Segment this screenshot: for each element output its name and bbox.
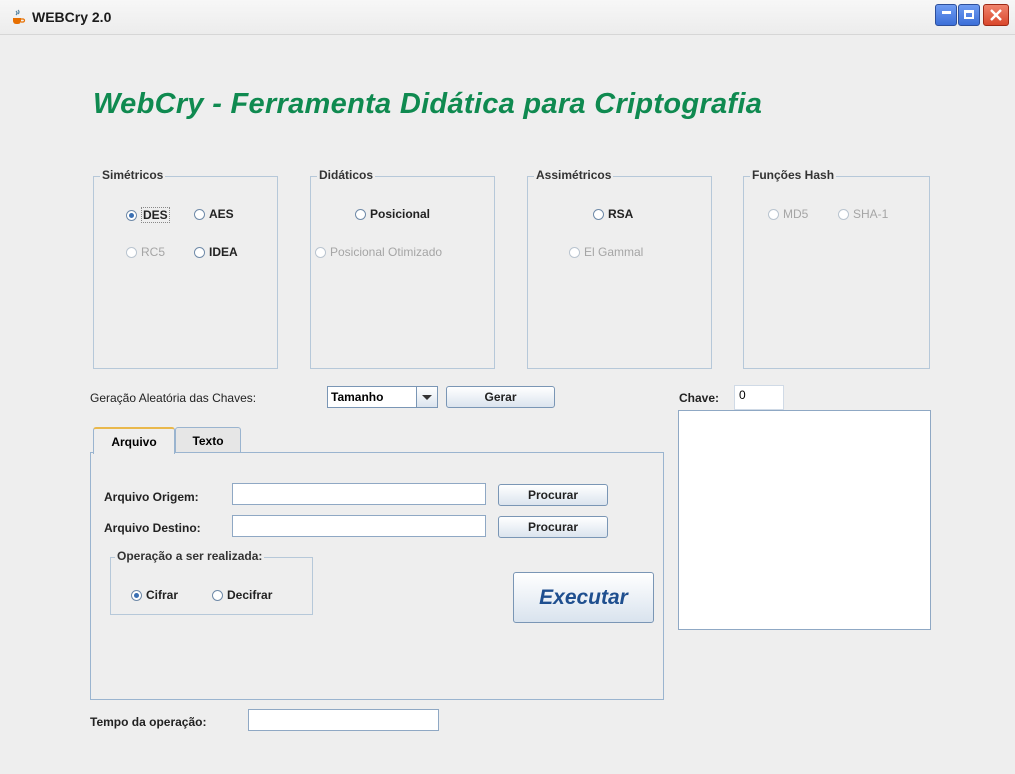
symmetric-group: Simétricos	[93, 168, 278, 369]
radio-idea[interactable]: IDEA	[194, 245, 238, 259]
radio-dot-icon	[131, 589, 142, 601]
radio-dot-icon	[768, 208, 779, 220]
window-title: WEBCry 2.0	[32, 9, 112, 25]
radio-decifrar-label: Decifrar	[227, 588, 273, 602]
hash-group: Funções Hash	[743, 168, 930, 369]
radio-des[interactable]: DES	[126, 207, 170, 223]
asymmetric-group-title: Assimétricos	[534, 168, 614, 182]
radio-aes[interactable]: AES	[194, 207, 234, 221]
radio-dot-icon	[212, 589, 223, 601]
source-file-input[interactable]	[232, 483, 486, 505]
radio-dot-icon	[126, 209, 137, 221]
dest-file-input[interactable]	[232, 515, 486, 537]
radio-rsa-label: RSA	[608, 207, 634, 221]
radio-posicional-label: Posicional	[370, 207, 431, 221]
source-file-label: Arquivo Origem:	[104, 490, 199, 504]
execute-button[interactable]: Executar	[513, 572, 654, 623]
title-bar: WEBCry 2.0	[0, 0, 1015, 35]
key-size-value: Tamanho	[331, 390, 384, 404]
maximize-button[interactable]	[958, 4, 980, 26]
radio-el-gammal: El Gammal	[569, 245, 643, 259]
radio-dot-icon	[126, 246, 137, 258]
keygen-label: Geração Aleatória das Chaves:	[90, 391, 257, 405]
radio-md5: MD5	[768, 207, 808, 221]
radio-sha1: SHA-1	[838, 207, 888, 221]
operation-group-title: Operação a ser realizada:	[115, 549, 265, 563]
app-window: WEBCry 2.0 WebCry - Ferramenta Didática …	[0, 0, 1015, 774]
asymmetric-group: Assimétricos	[527, 168, 712, 369]
radio-sha1-label: SHA-1	[853, 207, 889, 221]
radio-posicional-otimizado: Posicional Otimizado	[315, 245, 442, 259]
radio-md5-label: MD5	[783, 207, 809, 221]
generate-button[interactable]: Gerar	[446, 386, 555, 408]
maximize-icon	[964, 10, 974, 19]
radio-rc5-label: RC5	[141, 245, 166, 259]
key-text-area[interactable]	[678, 410, 931, 630]
radio-dot-icon	[593, 208, 604, 220]
java-cup-icon	[13, 9, 26, 24]
radio-dot-icon	[569, 246, 580, 258]
radio-el-gammal-label: El Gammal	[584, 245, 644, 259]
radio-dot-icon	[315, 246, 326, 258]
key-label: Chave:	[679, 391, 720, 405]
radio-idea-label: IDEA	[209, 245, 238, 259]
close-icon	[990, 9, 1002, 21]
chevron-down-icon[interactable]	[416, 387, 437, 407]
radio-dot-icon	[838, 208, 849, 220]
radio-dot-icon	[355, 208, 366, 220]
key-value-field: 0	[734, 385, 784, 410]
radio-posicional[interactable]: Posicional	[355, 207, 430, 221]
hash-group-title: Funções Hash	[750, 168, 837, 182]
minimize-button[interactable]	[935, 4, 957, 26]
operation-group: Operação a ser realizada:	[110, 549, 313, 615]
radio-cifrar-label: Cifrar	[146, 588, 179, 602]
radio-rsa[interactable]: RSA	[593, 207, 633, 221]
operation-time-field	[248, 709, 439, 731]
radio-decifrar[interactable]: Decifrar	[212, 588, 272, 602]
tab-texto[interactable]: Texto	[175, 427, 241, 453]
radio-dot-icon	[194, 246, 205, 258]
radio-dot-icon	[194, 208, 205, 220]
browse-dest-button[interactable]: Procurar	[498, 516, 608, 538]
key-size-select[interactable]: Tamanho	[327, 386, 438, 408]
page-title: WebCry - Ferramenta Didática para Cripto…	[93, 88, 763, 120]
didactic-group-title: Didáticos	[317, 168, 376, 182]
radio-aes-label: AES	[209, 207, 234, 221]
didactic-group: Didáticos	[310, 168, 495, 369]
browse-source-button[interactable]: Procurar	[498, 484, 608, 506]
radio-des-label: DES	[141, 207, 170, 223]
tab-arquivo[interactable]: Arquivo	[93, 427, 175, 454]
symmetric-group-title: Simétricos	[100, 168, 166, 182]
close-button[interactable]	[983, 4, 1009, 26]
radio-posicional-otimizado-label: Posicional Otimizado	[330, 245, 443, 259]
minimize-icon	[942, 11, 951, 14]
radio-cifrar[interactable]: Cifrar	[131, 588, 178, 602]
radio-rc5: RC5	[126, 245, 165, 259]
operation-time-label: Tempo da operação:	[90, 715, 207, 729]
dest-file-label: Arquivo Destino:	[104, 521, 201, 535]
